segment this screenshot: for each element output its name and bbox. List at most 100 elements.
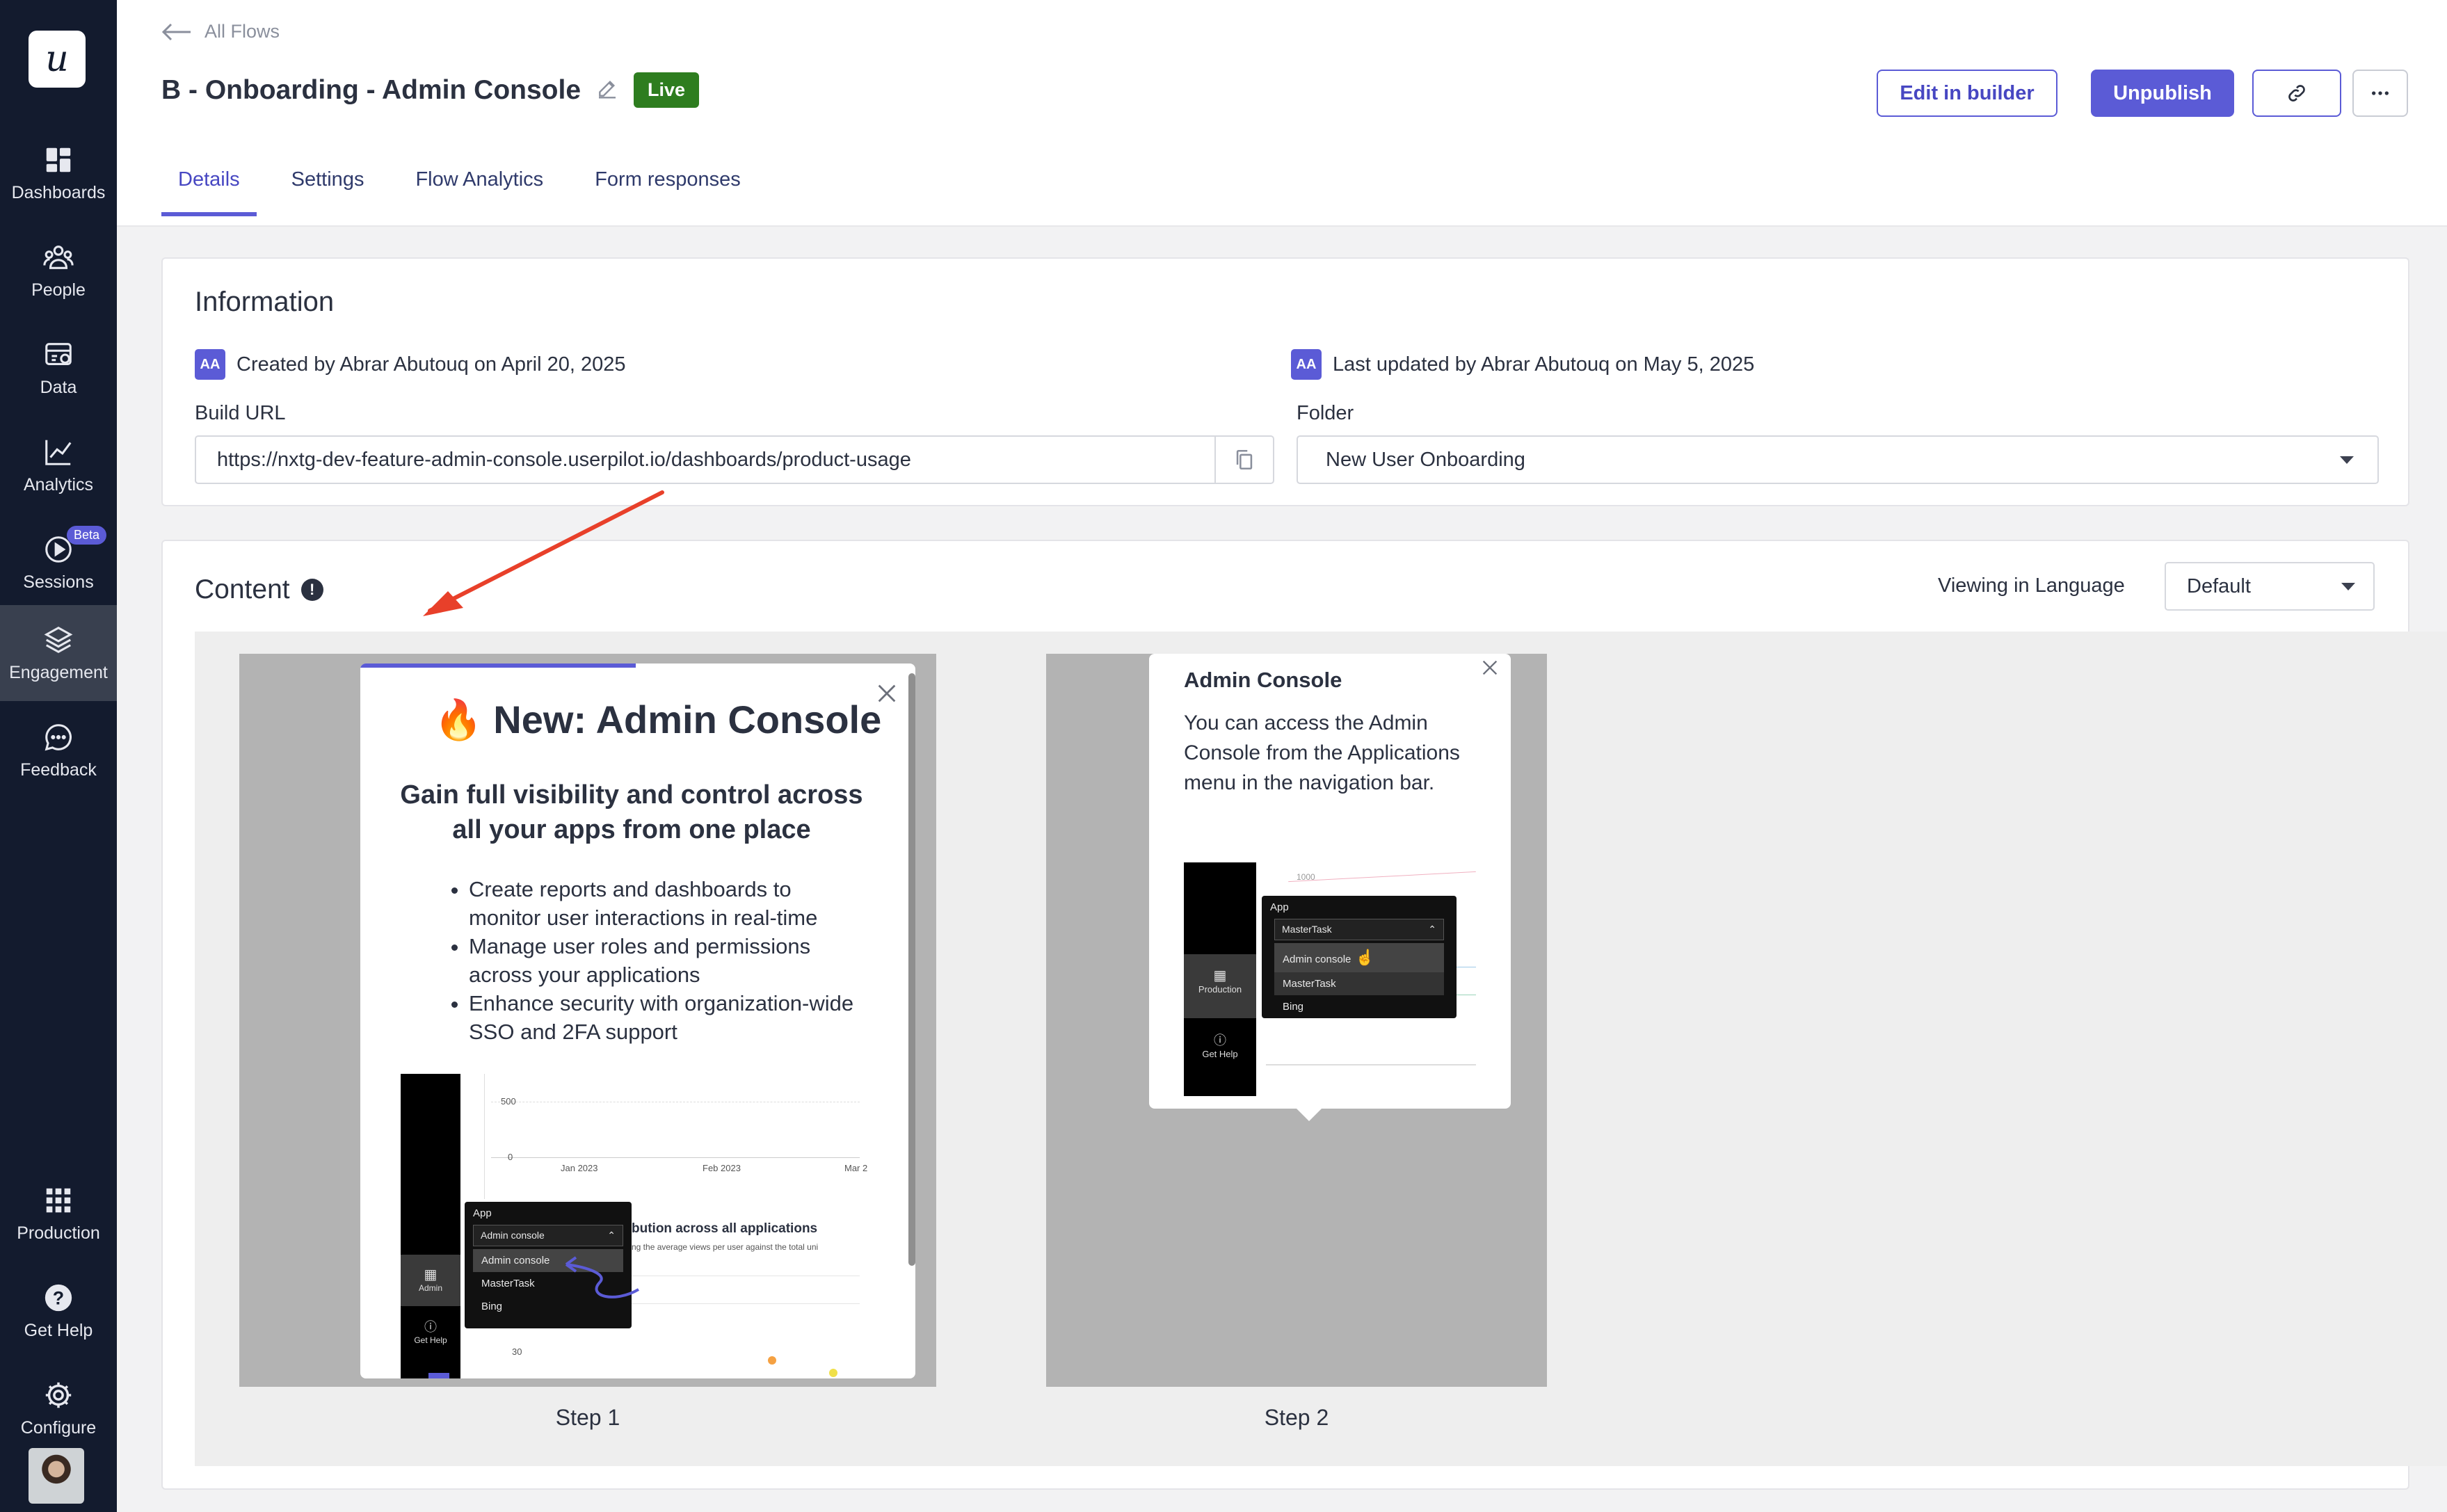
sidebar-item-label: Get Help — [24, 1320, 93, 1340]
step-1-label: Step 1 — [555, 1405, 620, 1430]
sidebar-item-sessions[interactable]: Beta Sessions — [0, 515, 117, 611]
chat-icon — [45, 723, 72, 750]
dashboard-icon — [46, 147, 71, 172]
mini-option-label: Admin console — [1283, 954, 1351, 965]
sidebar-item-data[interactable]: Data — [0, 320, 117, 416]
mini-date-tick: Feb 2023 — [703, 1163, 741, 1173]
created-info: AA Created by Abrar Abutouq on April 20,… — [195, 349, 625, 380]
data-icon — [45, 342, 72, 365]
build-url-value: https://nxtg-dev-feature-admin-console.u… — [217, 448, 911, 471]
sidebar-item-people[interactable]: People — [0, 223, 117, 319]
tooltip-screenshot: ▦ Production ⓘ Get Help 1000 App MasterT… — [1184, 862, 1476, 1096]
sidebar-item-label: Production — [17, 1223, 100, 1243]
language-value: Default — [2187, 574, 2251, 597]
updated-text: Last updated by Abrar Abutouq on May 5, … — [1333, 353, 1755, 376]
copy-icon — [1236, 449, 1253, 470]
information-title: Information — [195, 287, 335, 317]
step-2-tooltip: Admin Console You can access the Admin C… — [1149, 654, 1511, 1121]
sidebar-item-engagement[interactable]: Engagement — [0, 605, 117, 701]
step-1-preview[interactable]: 🔥 New: Admin Console Gain full visibilit… — [239, 654, 936, 1387]
step-2-label: Step 2 — [1264, 1405, 1329, 1430]
content-heading: Content ! — [195, 574, 323, 605]
mini-axis-tick: 30 — [512, 1346, 522, 1357]
back-label: All Flows — [204, 21, 280, 42]
mini-date-tick: Mar 2 — [844, 1163, 868, 1173]
annotation-arrow-icon — [423, 490, 664, 616]
sidebar-item-label: Analytics — [23, 474, 94, 494]
tab-details[interactable]: Details — [161, 161, 257, 216]
userpilot-logo[interactable]: u — [29, 31, 86, 88]
updater-avatar: AA — [1291, 349, 1322, 380]
sidebar-item-production[interactable]: Production — [0, 1166, 117, 1262]
fire-emoji: 🔥 — [434, 698, 483, 741]
beta-badge: Beta — [67, 526, 107, 545]
updated-info: AA Last updated by Abrar Abutouq on May … — [1291, 349, 1754, 380]
step-2-preview[interactable]: Admin Console You can access the Admin C… — [1046, 654, 1547, 1387]
layers-icon — [44, 626, 73, 653]
sidebar: u Dashboards People Data Analytics Beta … — [0, 0, 117, 1512]
mini-accent — [428, 1373, 449, 1378]
edit-title-icon[interactable] — [596, 77, 618, 103]
mini-dot — [768, 1356, 776, 1365]
chevron-down-icon — [2340, 456, 2354, 464]
mini-axis-tick: 0 — [508, 1152, 513, 1162]
sidebar-item-get-help[interactable]: ? Get Help — [0, 1263, 117, 1359]
mini-dropdown-option: MasterTask — [1274, 972, 1444, 995]
folder-select[interactable]: New User Onboarding — [1297, 435, 2379, 484]
created-text: Created by Abrar Abutouq on April 20, 20… — [236, 353, 626, 376]
sidebar-item-dashboards[interactable]: Dashboards — [0, 125, 117, 221]
mini-dropdown-title: App — [1270, 901, 1289, 913]
build-url-label: Build URL — [195, 402, 286, 424]
tab-settings[interactable]: Settings — [275, 161, 381, 216]
copy-url-button[interactable] — [1214, 437, 1273, 483]
edit-in-builder-button[interactable]: Edit in builder — [1877, 70, 2057, 117]
status-badge: Live — [634, 72, 700, 108]
list-item: Manage user roles and permissions across… — [469, 932, 861, 989]
tab-bar: Details Settings Flow Analytics Form res… — [161, 161, 776, 216]
close-icon[interactable] — [1480, 658, 1500, 677]
more-horizontal-icon — [2372, 91, 2389, 95]
mini-nav-label: Admin — [418, 1283, 442, 1293]
content-title: Content — [195, 574, 290, 604]
tooltip-body: You can access the Admin Console from th… — [1184, 711, 1460, 794]
modal-title: 🔥 New: Admin Console — [434, 697, 881, 743]
mini-dropdown-selected: Admin console ⌃ — [473, 1225, 623, 1246]
language-select[interactable]: Default — [2165, 562, 2375, 611]
sidebar-item-label: Sessions — [23, 572, 94, 592]
sidebar-item-analytics[interactable]: Analytics — [0, 417, 117, 513]
chevron-up-icon: ⌃ — [1428, 924, 1436, 935]
modal-bullets: Create reports and dashboards to monitor… — [444, 875, 861, 1046]
mini-dropdown-selected: MasterTask ⌃ — [1274, 919, 1444, 940]
analytics-icon — [45, 440, 72, 465]
user-avatar[interactable] — [29, 1448, 84, 1504]
gear-icon — [45, 1382, 72, 1408]
sidebar-item-feedback[interactable]: Feedback — [0, 702, 117, 798]
main-area: All Flows B - Onboarding - Admin Console… — [117, 0, 2447, 1512]
tab-form-responses[interactable]: Form responses — [578, 161, 757, 216]
mini-dot — [829, 1369, 837, 1377]
title-row: B - Onboarding - Admin Console Live — [161, 72, 700, 108]
grid-icon — [46, 1188, 71, 1212]
scrollbar[interactable] — [908, 673, 915, 1266]
mini-nav-label: Production — [1198, 984, 1242, 995]
mini-dropdown-option: Bing — [1283, 1001, 1304, 1013]
unpublish-button[interactable]: Unpublish — [2091, 70, 2234, 117]
info-icon[interactable]: ! — [300, 579, 323, 601]
mini-date-tick: Jan 2023 — [561, 1163, 598, 1173]
back-link[interactable]: All Flows — [161, 21, 280, 42]
sidebar-item-label: Configure — [20, 1417, 97, 1438]
page-title: B - Onboarding - Admin Console — [161, 74, 581, 105]
progress-bar — [360, 663, 636, 668]
sidebar-item-label: Dashboards — [11, 182, 106, 202]
curved-arrow-icon — [565, 1256, 640, 1298]
build-url-field[interactable]: https://nxtg-dev-feature-admin-console.u… — [195, 435, 1274, 484]
copy-link-button[interactable] — [2252, 70, 2341, 117]
mini-help-icon: ⓘ — [1214, 1034, 1226, 1047]
modal-subtitle: Gain full visibility and control across … — [400, 780, 863, 844]
mini-nav-help: ⓘ Get Help — [1184, 1031, 1256, 1059]
more-options-button[interactable] — [2352, 70, 2408, 117]
mini-nav-label: Get Help — [414, 1335, 447, 1345]
chevron-down-icon — [2341, 582, 2355, 590]
sidebar-item-configure[interactable]: Configure — [0, 1360, 117, 1456]
tab-flow-analytics[interactable]: Flow Analytics — [399, 161, 560, 216]
